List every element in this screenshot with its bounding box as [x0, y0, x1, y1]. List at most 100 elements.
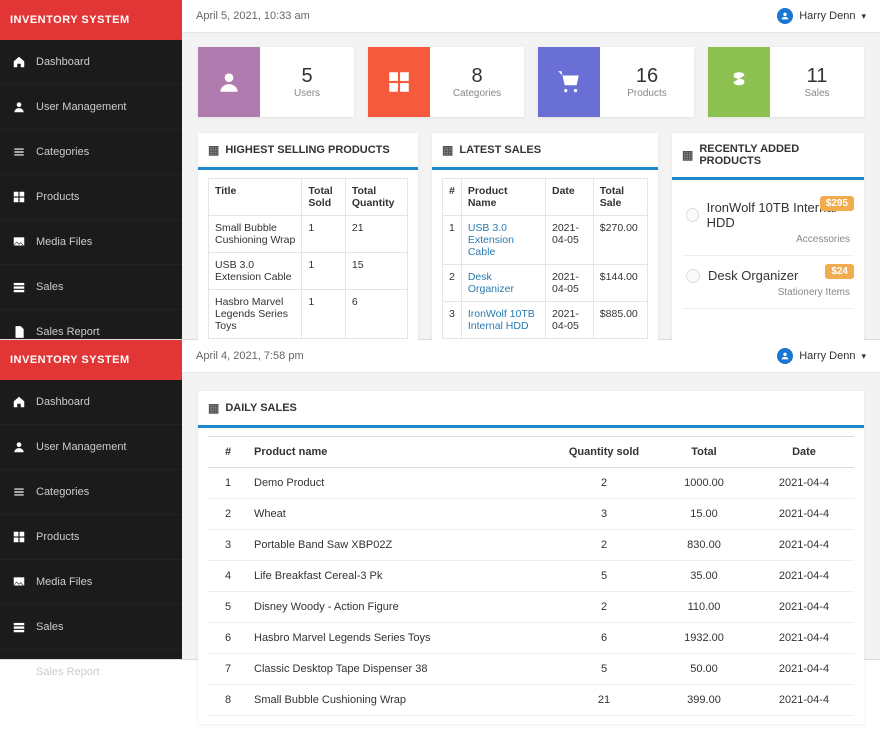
chevron-down-icon: ▾ — [861, 351, 866, 362]
table-row: 3Portable Band Saw XBP02Z2830.002021-04-… — [208, 530, 854, 561]
stat-label: Categories — [430, 88, 524, 99]
user-menu[interactable]: Harry Denn ▾ — [777, 348, 866, 364]
sidebar-item-label: Dashboard — [36, 56, 90, 68]
sidebar-item-categories[interactable]: Categories — [0, 470, 182, 515]
sidebar-item-label: Sales Report — [36, 326, 100, 338]
sidebar-item-media-files[interactable]: Media Files — [0, 560, 182, 605]
col-qty: Quantity sold — [554, 437, 654, 468]
table-row: 1USB 3.0 Extension Cable2021-04-05$270.0… — [443, 216, 648, 265]
thumb-icon — [686, 208, 699, 222]
list-item[interactable]: IronWolf 10TB Internal HDD$295Accessorie… — [682, 188, 854, 256]
panel-recent-products: RECENTLY ADDED PRODUCTS IronWolf 10TB In… — [672, 133, 864, 347]
brand-logo: INVENTORY SYSTEM — [0, 340, 182, 380]
table-row: 6Hasbro Marvel Legends Series Toys61932.… — [208, 623, 854, 654]
grid-icon — [442, 143, 453, 157]
col-total: Total Sale — [593, 179, 647, 216]
table-row: 4Life Breakfast Cereal-3 Pk535.002021-04… — [208, 561, 854, 592]
col-idx: # — [443, 179, 462, 216]
chevron-down-icon: ▾ — [861, 11, 866, 22]
brand-logo: INVENTORY SYSTEM — [0, 0, 182, 40]
sidebar-item-label: Products — [36, 191, 79, 203]
grid-icon — [682, 148, 693, 162]
sidebar-item-label: Categories — [36, 146, 89, 158]
avatar-icon — [777, 8, 793, 24]
sidebar-item-label: Dashboard — [36, 396, 90, 408]
product-link[interactable]: USB 3.0 Extension Cable — [468, 222, 514, 258]
stat-value: 8 — [430, 65, 524, 88]
table-row: USB 3.0 Extension Cable115 — [209, 253, 408, 290]
sidebar-item-categories[interactable]: Categories — [0, 130, 182, 175]
table-row: Small Bubble Cushioning Wrap121 — [209, 216, 408, 253]
list-icon — [12, 479, 26, 505]
col-name: Product name — [248, 437, 554, 468]
panel-highest-selling: HIGHEST SELLING PRODUCTS TitleTotal Sold… — [198, 133, 418, 347]
sidebar-item-sales-report[interactable]: Sales Report — [0, 650, 182, 695]
stat-label: Users — [260, 88, 354, 99]
stat-card-users[interactable]: 5Users — [198, 47, 354, 117]
sidebar-item-label: Sales Report — [36, 666, 100, 678]
sidebar-item-user-management[interactable]: User Management — [0, 425, 182, 470]
col-qty: Total Quantity — [345, 179, 407, 216]
sidebar-item-dashboard[interactable]: Dashboard — [0, 40, 182, 85]
sales-icon — [12, 614, 26, 640]
topbar: April 4, 2021, 7:58 pm Harry Denn ▾ — [182, 340, 880, 373]
col-sold: Total Sold — [302, 179, 345, 216]
sidebar-item-label: Media Files — [36, 236, 92, 248]
stat-value: 11 — [770, 65, 864, 88]
sales-icon — [12, 274, 26, 300]
sidebar-item-products[interactable]: Products — [0, 175, 182, 220]
user-menu[interactable]: Harry Denn ▾ — [777, 8, 866, 24]
dollar-icon — [708, 47, 770, 117]
grid-icon — [208, 401, 219, 415]
category-label: Stationery Items — [686, 287, 850, 298]
table-row: 2Wheat315.002021-04-4 — [208, 499, 854, 530]
topbar: April 5, 2021, 10:33 am Harry Denn ▾ — [182, 0, 880, 33]
panel-title: DAILY SALES — [225, 402, 297, 414]
sidebar: INVENTORY SYSTEM Dashboard User Managemen… — [0, 0, 182, 339]
product-link[interactable]: IronWolf 10TB Internal HDD — [468, 308, 535, 332]
sidebar-item-label: Sales — [36, 621, 64, 633]
price-badge: $295 — [820, 196, 854, 211]
list-item[interactable]: Desk Organizer$24Stationery Items — [682, 256, 854, 309]
sidebar-item-label: Sales — [36, 281, 64, 293]
grid-icon — [12, 184, 26, 210]
sidebar-item-sales[interactable]: Sales — [0, 265, 182, 310]
avatar-icon — [777, 348, 793, 364]
table-row: 3IronWolf 10TB Internal HDD2021-04-05$88… — [443, 302, 648, 339]
sidebar-item-media-files[interactable]: Media Files — [0, 220, 182, 265]
cart-icon — [538, 47, 600, 117]
col-total: Total — [654, 437, 754, 468]
report-icon — [12, 659, 26, 685]
datetime-label: April 4, 2021, 7:58 pm — [196, 350, 304, 362]
stat-card-products[interactable]: 16Products — [538, 47, 694, 117]
col-date: Date — [545, 179, 593, 216]
sidebar-item-label: User Management — [36, 101, 127, 113]
stat-label: Products — [600, 88, 694, 99]
sidebar-item-dashboard[interactable]: Dashboard — [0, 380, 182, 425]
col-title: Title — [209, 179, 302, 216]
price-badge: $24 — [825, 264, 854, 279]
stat-value: 16 — [600, 65, 694, 88]
sidebar-item-user-management[interactable]: User Management — [0, 85, 182, 130]
col-name: Product Name — [461, 179, 545, 216]
stat-card-sales[interactable]: 11Sales — [708, 47, 864, 117]
sidebar-item-products[interactable]: Products — [0, 515, 182, 560]
table-row: Hasbro Marvel Legends Series Toys16 — [209, 290, 408, 339]
user-icon — [12, 94, 26, 120]
stat-card-categories[interactable]: 8Categories — [368, 47, 524, 117]
user-icon — [198, 47, 260, 117]
product-link[interactable]: Desk Organizer — [468, 271, 514, 295]
home-icon — [12, 49, 26, 75]
panel-title: RECENTLY ADDED PRODUCTS — [699, 143, 854, 167]
grid-icon — [208, 143, 219, 157]
panel-title: HIGHEST SELLING PRODUCTS — [225, 144, 389, 156]
table-row: 5Disney Woody - Action Figure2110.002021… — [208, 592, 854, 623]
list-icon — [12, 139, 26, 165]
panel-title: LATEST SALES — [459, 144, 541, 156]
category-label: Accessories — [686, 234, 850, 245]
col-idx: # — [208, 437, 248, 468]
col-date: Date — [754, 437, 854, 468]
table-row: 8Small Bubble Cushioning Wrap21399.00202… — [208, 685, 854, 716]
sidebar-item-sales[interactable]: Sales — [0, 605, 182, 650]
user-name: Harry Denn — [799, 10, 855, 22]
